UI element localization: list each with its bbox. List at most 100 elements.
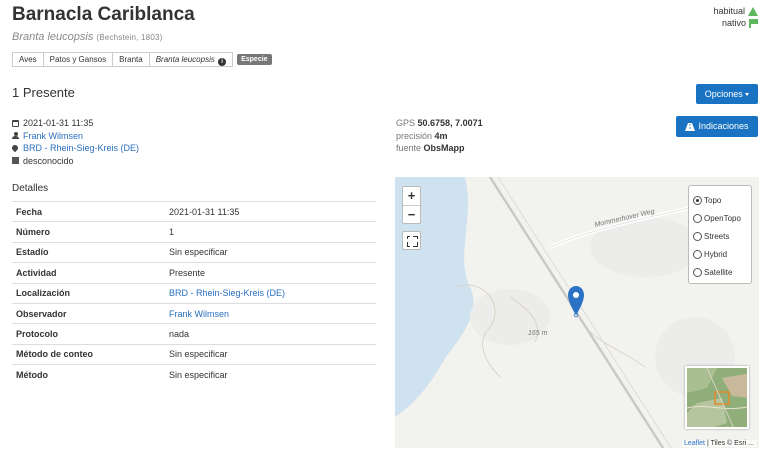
status-habitual: habitual [713,5,758,17]
observation-map[interactable]: Mommerhover Weg 165 m + − Topo OpenTopo … [395,177,759,448]
detail-value: nada [169,329,190,340]
layer-option-satellite[interactable]: Satellite [693,263,747,281]
detail-observer-link[interactable]: Frank Wilmsen [169,309,229,319]
table-row: Observador Frank Wilmsen [12,303,376,323]
options-dropdown-button[interactable]: Opciones [696,84,758,104]
details-heading: Detalles [12,183,49,194]
gps-row: GPS 50.6758, 7.0071 [396,117,483,130]
detail-key: Localización [16,288,71,299]
map-marker-icon [10,144,20,153]
detail-key: Estadío [16,247,49,258]
meta-datetime-value: 2021-01-31 11:35 [23,118,94,128]
taxonomy-crumb-species-label: Branta leucopsis [155,55,215,64]
detail-value: Sin especificar [169,370,228,381]
table-row: Actividad Presente [12,262,376,283]
detail-key: Método de conteo [16,349,93,360]
radio-icon[interactable] [693,195,702,205]
precision-label: precisión [396,130,433,141]
leaflet-link[interactable]: Leaflet [684,440,705,447]
layer-label: Satellite [704,267,733,277]
source-label: fuente [396,143,422,153]
table-row: Protocolo nada [12,323,376,344]
observation-title: 1 Presente [12,85,75,100]
page-title: Barnacla Cariblanca [12,4,195,25]
calendar-icon [12,119,19,127]
meta-substrate: desconocido [12,155,139,168]
meta-substrate-value: desconocido [23,155,74,166]
scientific-author: (Bechstein, 1803) [96,33,163,42]
detail-location-link[interactable]: BRD - Rhein-Sieg-Kreis (DE) [169,288,285,298]
table-row: Método de conteo Sin especificar [12,344,376,364]
observation-meta: 2021-01-31 11:35 Frank Wilmsen BRD - Rhe… [10,117,139,168]
zoom-in-button[interactable]: + [403,187,420,205]
layer-option-hybrid[interactable]: Hybrid [693,245,747,263]
layer-label: Hybrid [704,249,728,259]
square-icon [12,157,19,165]
table-row: Estadío Sin especificar [12,242,376,262]
detail-value: Presente [169,267,206,278]
radio-icon[interactable] [693,249,702,259]
scientific-name: Branta leucopsis (Bechstein, 1803) [12,31,163,43]
detail-value: Sin especificar [169,247,228,258]
radio-icon[interactable] [693,267,702,277]
directions-button[interactable]: Indicaciones [676,116,758,137]
gps-coords: 50.6758, 7.0071 [417,118,483,128]
meta-location: BRD - Rhein-Sieg-Kreis (DE) [10,142,139,155]
layer-option-opentopo[interactable]: OpenTopo [693,209,747,227]
detail-value: Sin especificar [169,349,228,360]
directions-button-label: Indicaciones [698,121,749,131]
meta-observer: Frank Wilmsen [12,130,139,143]
radio-icon[interactable] [693,231,702,241]
taxonomy-crumb-genus[interactable]: Branta [112,52,149,67]
info-icon[interactable]: i [218,58,227,66]
detail-key: Fecha [16,206,43,217]
minimap[interactable] [685,366,749,429]
detail-value: 1 [169,227,175,238]
status-habitual-label: habitual [713,6,745,16]
detail-value: Frank Wilmsen [165,303,376,323]
layer-option-streets[interactable]: Streets [693,227,747,245]
attribution-text: | Tiles © Esri ... [705,440,754,447]
table-row: Método Sin especificar [12,364,376,385]
detail-key: Protocolo [16,329,58,340]
fullscreen-button[interactable] [402,231,421,250]
status-nativo: nativo [713,17,758,29]
road-icon [685,122,696,131]
radio-icon[interactable] [693,213,702,223]
options-button-label: Opciones [704,89,743,99]
precision-value: 4m [434,130,448,141]
taxonomy-crumb-species[interactable]: Branta leucopsis i [148,52,234,67]
flag-icon [749,18,758,28]
detail-value: BRD - Rhein-Sieg-Kreis (DE) [165,283,376,303]
status-nativo-label: nativo [721,18,746,28]
layer-option-topo[interactable]: Topo [693,191,747,209]
zoom-out-button[interactable]: − [403,205,420,223]
detail-value: 2021-01-31 11:35 [169,206,240,217]
taxonomy-crumb-family[interactable]: Patos y Gansos [42,52,113,67]
taxonomy-breadcrumb: Aves Patos y Gansos Branta Branta leucop… [12,52,272,67]
taxonomy-crumb-class[interactable]: Aves [12,52,43,67]
minimap-image [687,368,747,427]
detail-key: Observador [16,308,67,319]
gps-info: GPS 50.6758, 7.0071 precisión 4m fuente … [396,117,483,155]
table-row: Número 1 [12,221,376,242]
triangle-up-icon [748,6,758,16]
elevation-label: 165 m [528,330,548,337]
location-link[interactable]: BRD - Rhein-Sieg-Kreis (DE) [23,142,139,155]
layer-label: Topo [704,195,722,205]
layer-label: OpenTopo [704,213,741,223]
detail-key: Número [16,227,51,238]
table-row: Fecha 2021-01-31 11:35 [12,201,376,222]
table-row: Localización BRD - Rhein-Sieg-Kreis (DE) [12,283,376,303]
meta-datetime: 2021-01-31 11:35 [12,117,139,130]
layer-label: Streets [704,231,730,241]
rank-badge: Especie [237,54,272,65]
source-value: ObsMapp [423,143,465,153]
zoom-control: + − [402,186,421,224]
status-indicators: habitual nativo [713,5,758,29]
observer-link[interactable]: Frank Wilmsen [23,130,83,143]
details-table: Fecha 2021-01-31 11:35 Número 1 Estadío Sin… [12,201,376,385]
detail-key: Método [16,370,48,381]
fullscreen-icon [410,234,413,247]
layer-switcher: Topo OpenTopo Streets Hybrid Satellite [688,185,752,284]
